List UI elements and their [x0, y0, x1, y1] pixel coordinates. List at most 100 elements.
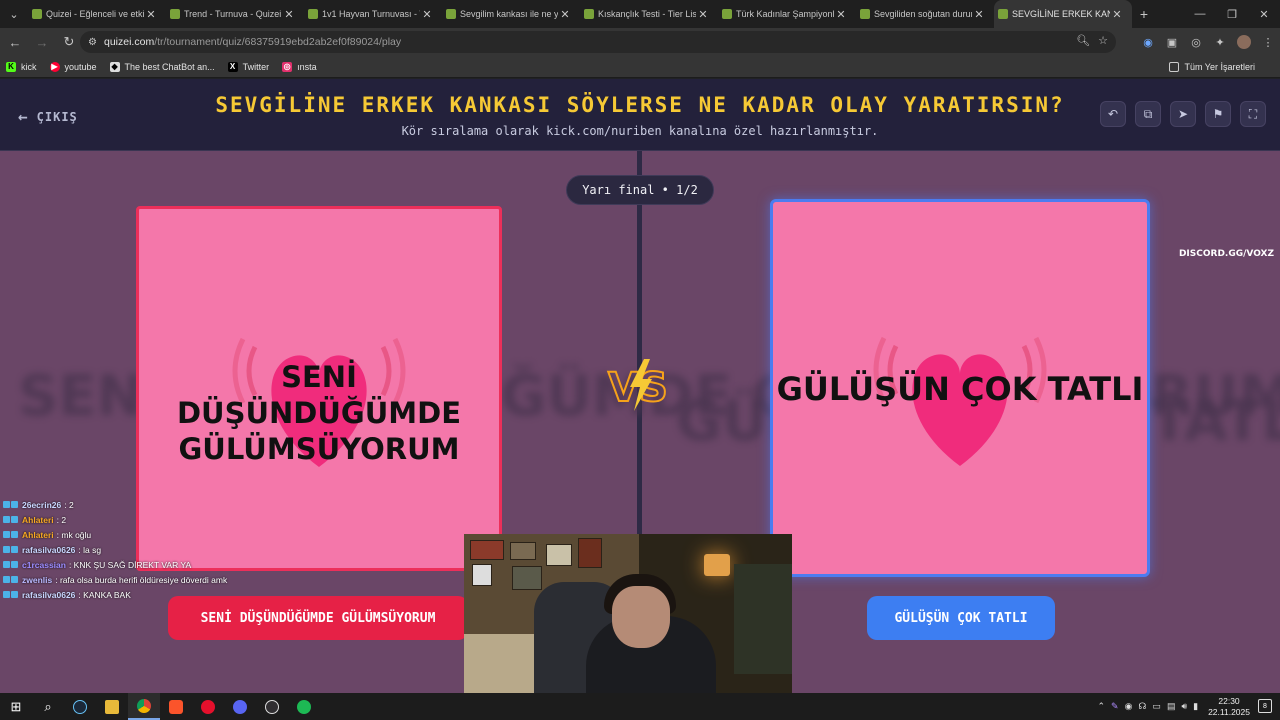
- window-controls: — ❐ ✕: [1184, 0, 1280, 28]
- bookmark-kick[interactable]: Kkick: [6, 61, 37, 72]
- tab-strip: ⌄ Quizei - Eğlenceli ve etkil ✕ Trend - T…: [0, 0, 1280, 28]
- close-tab-icon[interactable]: ✕: [834, 8, 848, 21]
- close-tab-icon[interactable]: ✕: [282, 8, 296, 21]
- quiz-tools: ↶ ⧉ ➤ ⚑ ⛶: [1100, 101, 1266, 127]
- quizei-favicon-icon: [860, 9, 870, 19]
- steam-icon[interactable]: [64, 693, 96, 720]
- browser-tab[interactable]: Trend - Turnuva - Quizei ✕: [166, 0, 304, 28]
- close-tab-icon[interactable]: ✕: [144, 8, 158, 21]
- steam-tray-icon[interactable]: ◉: [1125, 701, 1133, 712]
- browser-tab[interactable]: 1v1 Hayvan Turnuvası - T ✕: [304, 0, 442, 28]
- quizei-favicon-icon: [722, 9, 732, 19]
- x-icon: X: [227, 61, 238, 72]
- round-indicator: Yarı final • 1/2: [566, 175, 714, 205]
- share-icon[interactable]: ⧉: [1135, 101, 1161, 127]
- search-icon[interactable]: ⌕: [32, 693, 64, 720]
- exit-button[interactable]: ← ÇIKIŞ: [18, 107, 78, 126]
- clock[interactable]: 22:30 22.11.2025: [1208, 696, 1250, 718]
- network-icon[interactable]: ▤: [1167, 701, 1176, 712]
- pick-left-button[interactable]: SENİ DÜŞÜNDÜĞÜMDE GÜLÜMSÜYORUM: [168, 596, 468, 640]
- flag-icon[interactable]: ⚑: [1205, 101, 1231, 127]
- bookmark-star-icon[interactable]: ☆: [1098, 34, 1108, 47]
- gamepad-icon[interactable]: ◎: [1184, 30, 1208, 54]
- undo-icon[interactable]: ↶: [1100, 101, 1126, 127]
- browser-tab[interactable]: Kıskançlık Testi - Tier List ✕: [580, 0, 718, 28]
- browser-tab[interactable]: Türk Kadınlar Şampiyonla ✕: [718, 0, 856, 28]
- send-icon[interactable]: ➤: [1170, 101, 1196, 127]
- versus-icon: VS: [607, 359, 669, 412]
- chat-badges-icon: [3, 576, 18, 583]
- site-info-icon[interactable]: ⚙: [88, 37, 104, 48]
- puzzle-icon[interactable]: ✦: [1208, 30, 1232, 54]
- browser-tab[interactable]: Sevgilim kankası ile ne ya ✕: [442, 0, 580, 28]
- quizei-favicon-icon: [32, 9, 42, 19]
- chat-username: rafasilva0626: [22, 589, 76, 600]
- minimize-icon[interactable]: —: [1184, 0, 1216, 28]
- chat-message: zwenlis: rafa olsa burda herifi öldüresi…: [3, 572, 463, 587]
- headset-icon[interactable]: ☊: [1138, 701, 1146, 712]
- tab-search-icon[interactable]: ⌄: [0, 0, 28, 28]
- close-tab-icon[interactable]: ✕: [558, 8, 572, 21]
- fullscreen-icon[interactable]: ⛶: [1240, 101, 1266, 127]
- chat-username: rafasilva0626: [22, 544, 76, 555]
- bookmark-chatbot[interactable]: ◆ The best ChatBot an...: [109, 61, 215, 72]
- browser-tab-active[interactable]: SEVGİLİNE ERKEK KANKA✕: [994, 0, 1132, 28]
- zoom-icon[interactable]: 🔍︎: [1076, 34, 1090, 47]
- pen-icon[interactable]: ✎: [1111, 701, 1119, 712]
- display-icon[interactable]: ▭: [1152, 701, 1161, 712]
- file-explorer-icon[interactable]: [96, 693, 128, 720]
- stream-chat-overlay: 26ecrin26: 2 Ahlateri: 2 Ahlateri: mk oğlu…: [3, 497, 463, 602]
- close-tab-icon[interactable]: ✕: [972, 8, 986, 21]
- battery-icon[interactable]: ▮: [1193, 701, 1198, 712]
- chat-badges-icon: [3, 516, 18, 523]
- quizei-favicon-icon: [998, 9, 1008, 19]
- chrome-icon[interactable]: [128, 693, 160, 720]
- close-window-icon[interactable]: ✕: [1248, 0, 1280, 28]
- right-option-card[interactable]: GÜLÜŞÜN ÇOK TATLI: [770, 199, 1150, 577]
- restore-icon[interactable]: ❐: [1216, 0, 1248, 28]
- bookmark-youtube[interactable]: ▶ youtube: [49, 61, 97, 72]
- chat-text: : 2: [64, 499, 74, 510]
- close-tab-icon[interactable]: ✕: [420, 8, 434, 21]
- profile-avatar[interactable]: [1237, 35, 1251, 49]
- discord-icon[interactable]: [224, 693, 256, 720]
- spotify-icon[interactable]: [288, 693, 320, 720]
- kick-icon: K: [6, 61, 16, 72]
- browser-tab[interactable]: Quizei - Eğlenceli ve etkil ✕: [28, 0, 166, 28]
- forward-icon[interactable]: →: [30, 30, 54, 54]
- back-icon[interactable]: ←: [3, 30, 27, 54]
- brave-icon[interactable]: [160, 693, 192, 720]
- quiz-title: SEVGİLİNE ERKEK KANKASI SÖYLERSE NE KADA…: [215, 93, 1065, 117]
- pick-right-button[interactable]: GÜLÜŞÜN ÇOK TATLI: [867, 596, 1055, 640]
- media-player-icon[interactable]: [192, 693, 224, 720]
- bookmark-instagram[interactable]: ◎ ınsta: [282, 61, 317, 72]
- extension-icon[interactable]: ▣: [1160, 30, 1184, 54]
- quizei-favicon-icon: [308, 9, 318, 19]
- close-tab-icon[interactable]: ✕: [696, 8, 710, 21]
- chevron-up-icon[interactable]: ⌃: [1097, 701, 1105, 712]
- media-icon[interactable]: ◉: [1136, 30, 1160, 54]
- chat-badges-icon: [3, 501, 18, 508]
- volume-icon[interactable]: 🔊︎: [1181, 701, 1187, 712]
- chat-text: : KANKA BAK: [78, 589, 131, 600]
- obs-icon[interactable]: [256, 693, 288, 720]
- chat-username: Ahlateri: [22, 529, 54, 540]
- browser-tab[interactable]: Sevgiliden soğutan durum ✕: [856, 0, 994, 28]
- reload-icon[interactable]: ↻: [57, 30, 81, 54]
- browser-toolbar: ← → ↻ ⚙ quizei.com/tr/tournament/quiz/68…: [0, 28, 1280, 56]
- bookmark-twitter[interactable]: X Twitter: [227, 61, 269, 72]
- right-card-text: GÜLÜŞÜN ÇOK TATLI: [776, 370, 1144, 408]
- close-tab-icon[interactable]: ✕: [1110, 8, 1124, 21]
- all-bookmarks[interactable]: Tüm Yer İşaretleri: [1169, 61, 1255, 72]
- chat-message: c1rcassian: KNK ŞU SAĞ DİREKT VAR YA: [3, 557, 463, 572]
- chat-badges-icon: [3, 531, 18, 538]
- chat-message: Ahlateri: 2: [3, 512, 463, 527]
- notification-center-icon[interactable]: 8: [1258, 699, 1272, 713]
- new-tab-icon[interactable]: +: [1132, 6, 1156, 22]
- start-icon[interactable]: ⊞: [0, 693, 32, 720]
- quiz-subtitle: Kör sıralama olarak kick.com/nuriben kan…: [401, 124, 879, 138]
- chat-badges-icon: [3, 546, 18, 553]
- menu-dots-icon[interactable]: ⋮: [1256, 30, 1280, 54]
- instagram-icon: ◎: [282, 61, 293, 72]
- address-bar[interactable]: ⚙ quizei.com/tr/tournament/quiz/68375919…: [80, 31, 1116, 53]
